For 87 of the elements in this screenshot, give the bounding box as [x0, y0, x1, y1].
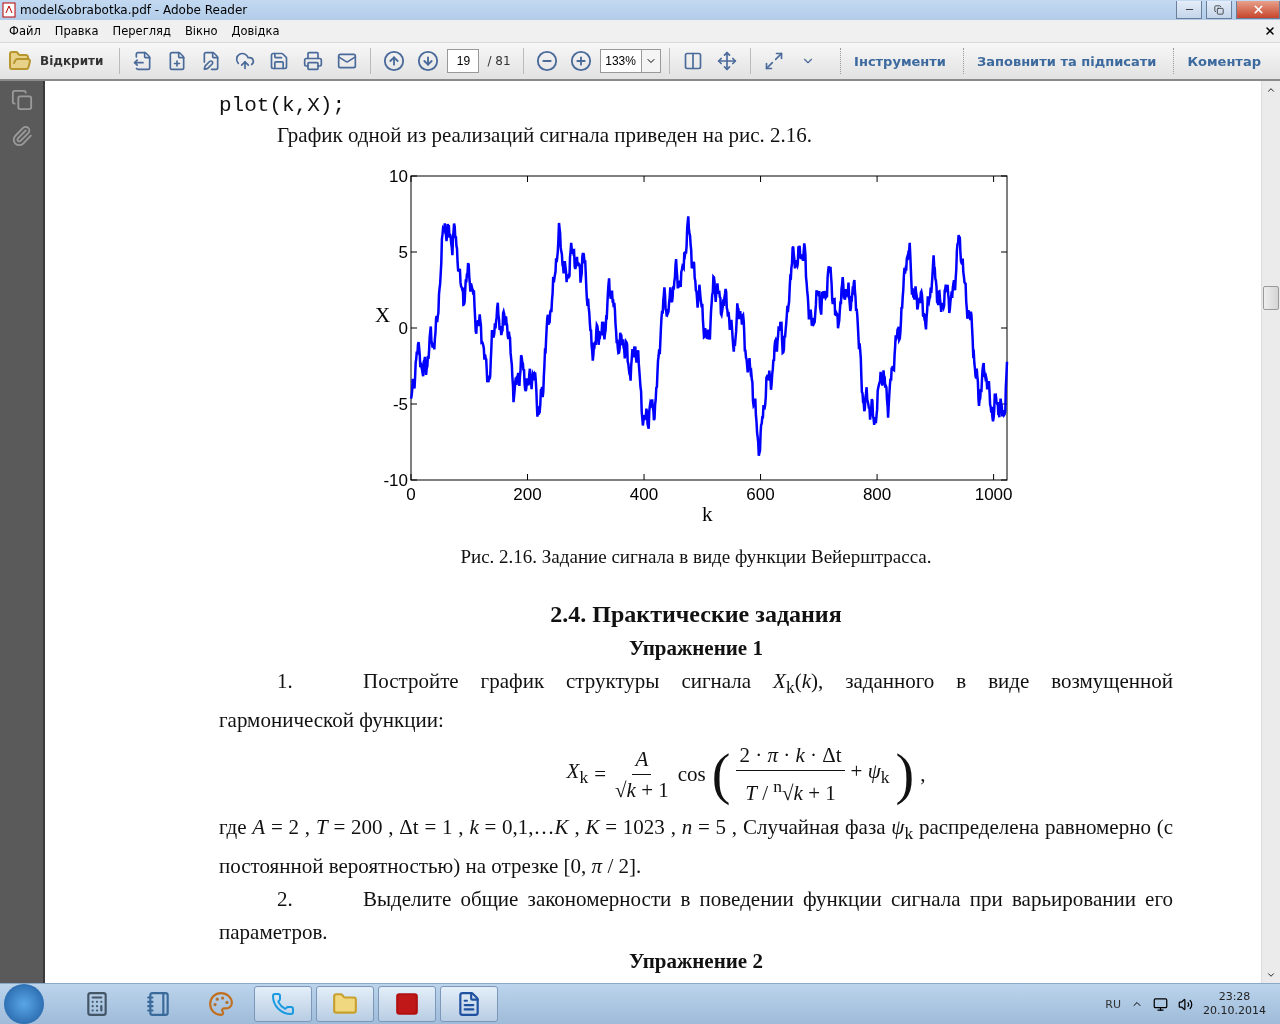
- close-button[interactable]: [1236, 1, 1280, 19]
- menu-item[interactable]: Файл: [2, 24, 48, 38]
- expand-icon: [763, 51, 784, 71]
- x-axis-label: k: [702, 502, 713, 526]
- cloud-upload-icon: [235, 51, 256, 71]
- code-line: plot(k,X);: [219, 93, 347, 119]
- palette-icon: [208, 991, 234, 1017]
- pages-button[interactable]: [10, 89, 33, 111]
- document-icon: [456, 991, 482, 1017]
- figure-caption: Рис. 2.16. Задание сигнала в виде функции Вейерштрасса.: [459, 545, 933, 569]
- y-tick-label: 10: [389, 167, 408, 186]
- volume-icon[interactable]: [1178, 996, 1193, 1012]
- file-export-icon: [133, 51, 154, 71]
- network-icon[interactable]: [1153, 996, 1168, 1012]
- mail-icon: [337, 51, 358, 71]
- formula-term: X$_{k}$: [566, 757, 589, 789]
- x-tick-label: 800: [862, 485, 892, 504]
- columns-icon: [682, 51, 703, 71]
- comma: ,: [920, 760, 926, 788]
- x-tick-label: 600: [746, 485, 775, 504]
- panel-tab[interactable]: Коментар: [1173, 48, 1274, 74]
- x-tick-label: 200: [513, 485, 542, 504]
- paragraph: где A = 2 , T = 200 , Δt = 1 , k = 0,1,…K , K = 1023 , n = 5 , Случайная фаза ψ$_{k}$ распределена равномерно (с постоянной вероятностью) на отрезке [0, π / 2].: [219, 814, 1173, 881]
- square-icon: [394, 991, 420, 1017]
- x-tick-label: 0: [406, 485, 416, 504]
- x-tick-label: 400: [629, 485, 659, 504]
- fraction: A √k + 1: [612, 743, 672, 805]
- menu-item[interactable]: Правка: [47, 24, 106, 38]
- panel-tab[interactable]: Інструменти: [840, 48, 959, 74]
- file-edit-icon: [201, 51, 222, 71]
- paragraph: 1. Постройте график структуры сигнала X$_{k}$(k), заданного в виде возмущенной гармонической функции:: [219, 668, 1173, 735]
- phone-icon: [271, 992, 295, 1016]
- window-title: model&obrabotka.pdf - Adobe Reader: [20, 3, 249, 17]
- taskbar-button[interactable]: [378, 986, 436, 1022]
- equals-sign: =: [594, 760, 607, 788]
- paragraph: 2. Выделите общие закономерности в поведении функции сигнала при варьировании его параметров.: [219, 886, 1173, 947]
- zoom-field[interactable]: 133%: [599, 49, 641, 73]
- menu-item[interactable]: Довідка: [224, 24, 287, 38]
- section-heading: 2.4. Практические задания: [549, 600, 843, 629]
- printer-icon: [303, 51, 324, 71]
- y-axis-label: X: [375, 303, 391, 327]
- restore-icon: [1214, 4, 1224, 15]
- y-tick-label: 0: [398, 319, 408, 338]
- y-tick-label: -5: [392, 395, 408, 414]
- minus-icon: [535, 50, 558, 72]
- plus-icon: [569, 50, 592, 72]
- y-tick-label: 5: [398, 243, 408, 262]
- attachments-button[interactable]: [10, 125, 33, 147]
- page-number-field[interactable]: 19: [447, 49, 480, 73]
- save-icon: [269, 51, 290, 71]
- start-button[interactable]: [4, 984, 44, 1024]
- parenthesis: (: [711, 742, 731, 807]
- four-arrows-icon: [716, 51, 737, 71]
- language-indicator[interactable]: RU: [1105, 997, 1121, 1011]
- clock-time[interactable]: 23:28: [1218, 990, 1251, 1004]
- pages-icon: [10, 89, 33, 111]
- file-plus-icon: [167, 51, 188, 71]
- scrollbar-thumb[interactable]: [1263, 286, 1279, 310]
- x-tick-label: 1000: [974, 485, 1013, 504]
- close-icon[interactable]: [1264, 25, 1276, 37]
- pdf-file-icon: [2, 2, 16, 18]
- fraction: 2 · π · k · Δt T / $^{n}$√k + 1: [736, 740, 845, 809]
- open-button[interactable]: Відкрити: [6, 49, 112, 73]
- y-tick-label: -10: [383, 471, 408, 490]
- arrow-down-icon: [417, 50, 440, 72]
- menu-item[interactable]: Перегляд: [105, 24, 178, 38]
- function-name: cos: [677, 760, 706, 788]
- notebook-icon: [146, 991, 172, 1017]
- exercise-heading: Упражнение 2: [628, 949, 764, 974]
- paperclip-icon: [10, 125, 33, 147]
- panel-tab[interactable]: Заповнити та підписати: [963, 48, 1170, 74]
- parenthesis: ): [895, 742, 915, 807]
- folder-icon: [8, 49, 32, 73]
- paragraph: График одной из реализаций сигнала приведен на рис. 2.16.: [276, 122, 814, 149]
- arrow-up-icon: [383, 50, 406, 72]
- zoom-dropdown-button[interactable]: [640, 49, 661, 73]
- folder-icon: [332, 991, 358, 1017]
- menu-item[interactable]: Вікно: [177, 24, 225, 38]
- taskbar-button[interactable]: [440, 986, 498, 1022]
- calculator-icon: [84, 991, 110, 1017]
- close-icon: [1251, 3, 1265, 16]
- page-total: / 81: [486, 54, 512, 68]
- restore-button[interactable]: [1206, 1, 1232, 19]
- exercise-heading: Упражнение 1: [628, 635, 764, 662]
- clock-date[interactable]: 20.10.2014: [1203, 1004, 1266, 1018]
- minimize-button[interactable]: [1176, 1, 1202, 19]
- formula-term: + ψ$_{k}$: [850, 757, 890, 789]
